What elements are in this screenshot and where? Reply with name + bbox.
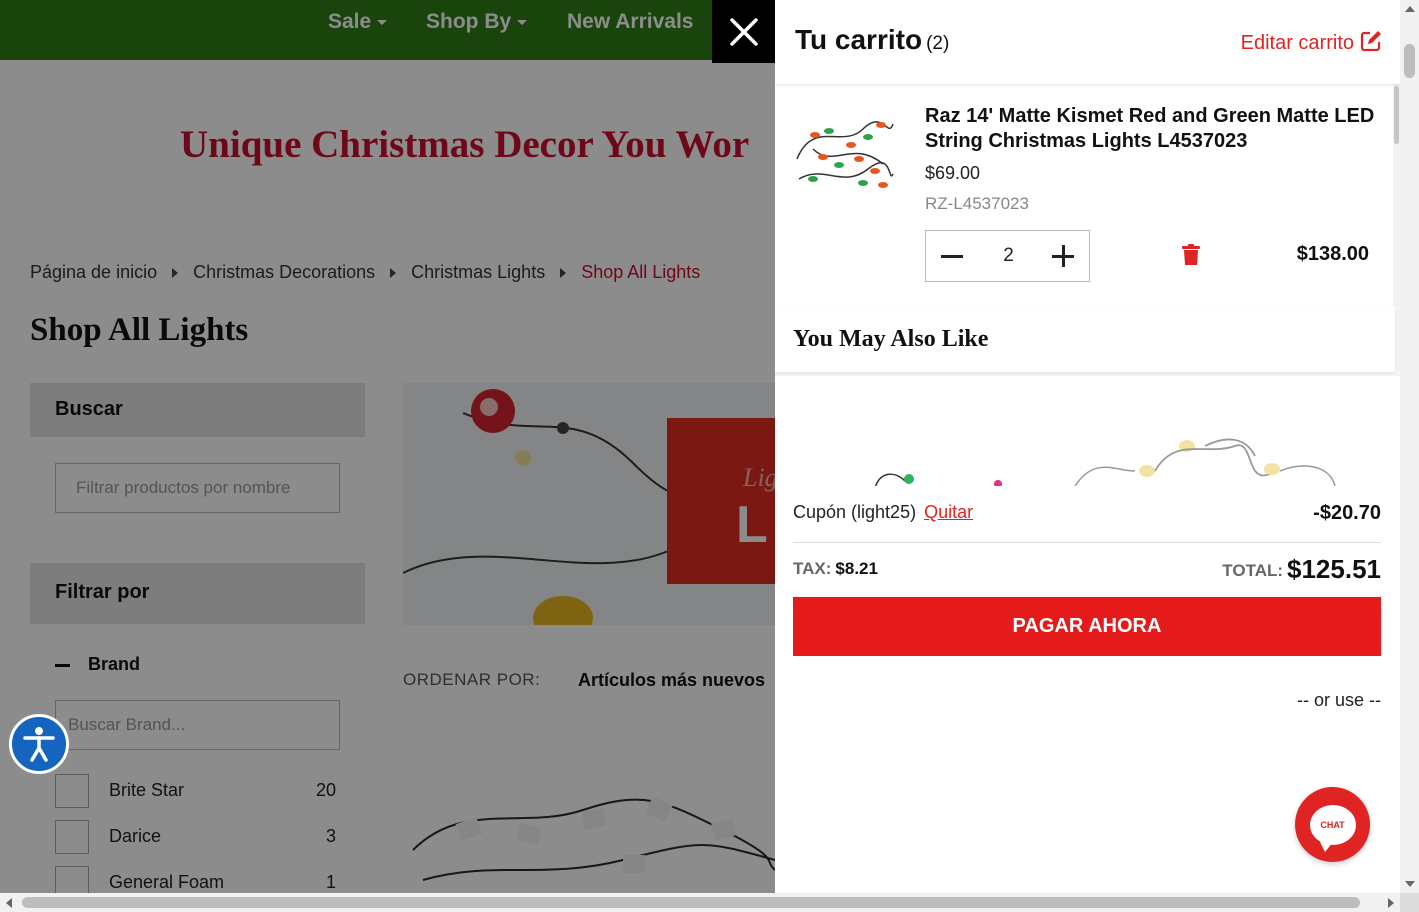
edit-icon [1360,31,1381,52]
cart-count: (2) [926,33,950,54]
cart-drawer: Tu carrito (2) Editar carrito Raz 14' Ma… [775,0,1400,893]
scrollbar-thumb[interactable] [22,897,1360,908]
cart-title-text: Tu carrito [795,24,923,55]
recommendations-header: You May Also Like [775,306,1395,372]
chat-bubble-icon: CHAT [1309,804,1356,852]
checkout-button[interactable]: PAGAR AHORA [793,597,1381,656]
discount-amount: -$20.70 [1313,502,1381,524]
total-label: TOTAL: [1222,561,1284,580]
trash-icon[interactable] [1181,244,1201,266]
recommendation-products[interactable] [775,376,1400,486]
cart-item: Raz 14' Matte Kismet Red and Green Matte… [775,84,1395,306]
cart-item-sku: RZ-L4537023 [925,194,1029,213]
product-thumbnail [796,121,894,188]
scroll-left-arrow-icon[interactable] [6,898,12,908]
cart-item-line-total: $138.00 [1296,243,1369,265]
tax-row: TAX: $8.21 [793,559,878,579]
cart-items-scrollbar[interactable] [1393,84,1400,306]
remove-coupon-link[interactable]: Quitar [924,502,973,522]
chat-label: CHAT [1320,819,1345,830]
decrease-quantity-button[interactable] [926,231,978,281]
edit-cart-label: Editar carrito [1240,32,1354,54]
scroll-down-arrow-icon[interactable] [1405,881,1415,887]
quantity-value[interactable]: 2 [978,231,1039,281]
edit-cart-link[interactable]: Editar carrito [1241,30,1382,55]
horizontal-scrollbar[interactable] [0,893,1400,912]
cart-item-name[interactable]: Raz 14' Matte Kismet Red and Green Matte… [925,104,1375,154]
close-icon [729,17,758,46]
accessibility-icon [23,727,55,762]
increase-quantity-button[interactable] [1037,231,1089,281]
scroll-up-arrow-icon[interactable] [1405,6,1415,12]
alternate-payment-label: -- or use -- [1296,690,1381,710]
recommendations-title: You May Also Like [793,326,989,352]
tax-label: TAX: [793,559,832,578]
cart-title: Tu carrito (2) [795,24,949,56]
coupon-label: Cupón (light25) [793,502,917,522]
cart-header: Tu carrito (2) Editar carrito [775,0,1400,84]
tax-value: $8.21 [835,559,878,578]
scrollbar-corner [1400,893,1419,912]
scrollbar-thumb[interactable] [1394,86,1399,144]
chat-button[interactable]: CHAT [1295,787,1370,862]
coupon-row: Cupón (light25) Quitar [793,502,973,523]
vertical-scrollbar[interactable] [1400,0,1419,893]
page-overlay[interactable] [0,0,775,912]
close-cart-button[interactable] [712,0,775,63]
scrollbar-thumb[interactable] [1404,44,1415,78]
divider [793,542,1381,543]
accessibility-button[interactable] [9,714,69,774]
total-value: $125.51 [1287,554,1381,584]
recommendations-section: You May Also Like [775,306,1400,486]
total-row: TOTAL: $125.51 [1222,554,1381,585]
scroll-right-arrow-icon[interactable] [1388,898,1394,908]
quantity-stepper: 2 [925,230,1090,282]
cart-item-price: $69.00 [925,163,981,183]
